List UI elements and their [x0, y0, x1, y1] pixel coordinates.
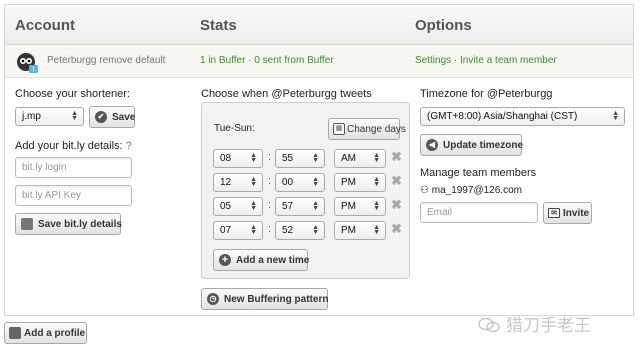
select-arrows-icon: ▲ ▼	[312, 224, 319, 236]
select-arrows-icon: ▲ ▼	[373, 200, 380, 212]
change-days-button[interactable]: ▦ Change days	[328, 118, 406, 140]
select-arrows-icon: ▲ ▼	[250, 176, 257, 188]
profile-options: Settings · Invite a team member	[415, 55, 557, 66]
minute-select[interactable]: 57 ▲ ▼	[275, 197, 325, 216]
svg-text:t: t	[33, 67, 35, 74]
minute-select[interactable]: 00 ▲ ▼	[275, 173, 325, 192]
profile-name: Peterburgg remove default	[47, 55, 165, 66]
remove-time-icon[interactable]: ✖	[391, 197, 402, 213]
watermark: 猎刀手老王	[478, 311, 591, 336]
avatar: t	[17, 53, 38, 74]
plus-icon: +	[219, 254, 231, 266]
check-icon: ✔	[95, 111, 107, 123]
select-arrows-icon: ▲ ▼	[373, 224, 380, 236]
profile-row: t Peterburgg remove default 1 in Buffer …	[5, 45, 633, 78]
account-column: Choose your shortener: j.mp ▲ ▼ ✔ Save Ad…	[15, 78, 195, 316]
invite-email-input[interactable]: Email	[420, 202, 538, 223]
select-arrows-icon: ▲ ▼	[312, 200, 319, 212]
select-arrows-icon: ▲ ▼	[250, 152, 257, 164]
select-arrows-icon: ▲ ▼	[312, 152, 319, 164]
schedule-box: Tue-Sun: ▦ Change days 08 ▲ ▼ : 55 ▲ ▼ AM ▲ ▼ …	[201, 102, 410, 279]
sent-link[interactable]: 0 sent from Buffer	[254, 55, 333, 66]
member-email: ma_1997@126.com	[431, 185, 522, 196]
remove-time-icon[interactable]: ✖	[391, 149, 402, 165]
options-header: Options	[415, 17, 472, 34]
invite-team-link[interactable]: Invite a team member	[460, 55, 557, 66]
profile-username: Peterburgg	[47, 55, 97, 66]
help-link[interactable]: ?	[126, 140, 132, 152]
options-column: Timezone for @Peterburgg (GMT+8:00) Asia…	[420, 78, 625, 316]
team-label: Manage team members	[420, 167, 537, 179]
envelope-icon: ✉	[548, 208, 560, 218]
select-arrows-icon: ▲ ▼	[250, 224, 257, 236]
select-arrows-icon: ▲ ▼	[250, 200, 257, 212]
select-arrows-icon: ▲ ▼	[373, 152, 380, 164]
remove-time-icon[interactable]: ✖	[391, 221, 402, 237]
save-bitly-button[interactable]: Save bit.ly details	[15, 213, 122, 235]
ampm-select[interactable]: AM ▲ ▼	[334, 149, 386, 168]
timezone-label: Timezone for @Peterburgg	[420, 88, 553, 100]
team-member: ⚇ ma_1997@126.com	[420, 185, 522, 196]
remove-time-icon[interactable]: ✖	[391, 173, 402, 189]
ampm-select[interactable]: PM ▲ ▼	[334, 173, 386, 192]
stats-header: Stats	[200, 17, 237, 34]
schedule-title: Choose when @Peterburgg tweets	[201, 88, 372, 100]
update-timezone-button[interactable]: ◀ Update timezone	[420, 134, 523, 156]
select-arrows-icon: ▲ ▼	[312, 176, 319, 188]
profiles-panel: Account Stats Options t Peterburgg remov…	[4, 4, 634, 316]
shortener-label: Choose your shortener:	[15, 88, 130, 100]
clock-icon: ◷	[207, 293, 219, 305]
ampm-select[interactable]: PM ▲ ▼	[334, 221, 386, 240]
hour-select[interactable]: 05 ▲ ▼	[213, 197, 263, 216]
account-header: Account	[15, 17, 75, 34]
in-buffer-link[interactable]: 1 in Buffer	[200, 55, 245, 66]
bitly-login-input[interactable]: bit.ly login	[15, 157, 132, 178]
select-arrows-icon: ▲ ▼	[71, 110, 78, 122]
select-arrows-icon: ▲ ▼	[373, 176, 380, 188]
calendar-icon: ▦	[333, 123, 345, 135]
invite-button[interactable]: ✉ Invite	[543, 202, 592, 224]
table-header: Account Stats Options	[5, 5, 633, 45]
user-icon: ⚇	[420, 185, 429, 196]
remove-link[interactable]: remove	[99, 55, 132, 66]
new-pattern-button[interactable]: ◷ New Buffering pattern	[201, 288, 328, 310]
twitter-bird-icon	[9, 327, 21, 339]
add-time-button[interactable]: + Add a new time	[213, 249, 309, 271]
wechat-icon	[478, 317, 500, 333]
add-profile-button[interactable]: Add a profile	[4, 322, 87, 344]
hour-select[interactable]: 08 ▲ ▼	[213, 149, 263, 168]
save-icon	[21, 218, 33, 230]
default-link[interactable]: default	[135, 55, 165, 66]
minute-select[interactable]: 52 ▲ ▼	[275, 221, 325, 240]
days-label: Tue-Sun:	[214, 123, 255, 134]
minute-select[interactable]: 55 ▲ ▼	[275, 149, 325, 168]
ampm-select[interactable]: PM ▲ ▼	[334, 197, 386, 216]
settings-link[interactable]: Settings	[415, 55, 451, 66]
schedule-column: Choose when @Peterburgg tweets Tue-Sun: …	[201, 78, 413, 316]
hour-select[interactable]: 12 ▲ ▼	[213, 173, 263, 192]
bitly-apikey-input[interactable]: bit.ly API Key	[15, 185, 132, 206]
timezone-select[interactable]: (GMT+8:00) Asia/Shanghai (CST) ▲ ▼	[420, 107, 625, 126]
arrow-left-icon: ◀	[426, 139, 438, 151]
hour-select[interactable]: 07 ▲ ▼	[213, 221, 263, 240]
select-arrows-icon: ▲ ▼	[612, 110, 619, 122]
shortener-select[interactable]: j.mp ▲ ▼	[15, 107, 84, 126]
profile-stats: 1 in Buffer · 0 sent from Buffer	[200, 55, 334, 66]
bitly-label: Add your bit.ly details: ?	[15, 140, 132, 152]
save-shortener-button[interactable]: ✔ Save	[89, 106, 135, 128]
